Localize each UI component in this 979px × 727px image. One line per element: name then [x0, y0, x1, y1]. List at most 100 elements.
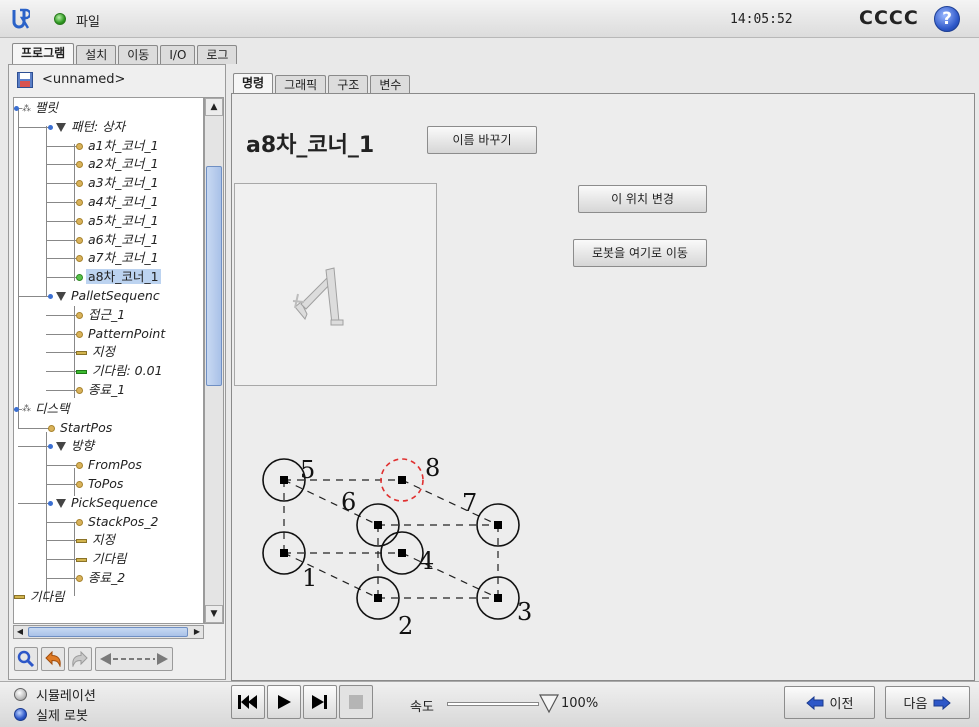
- waypoint-icon: [76, 518, 83, 526]
- expand-toggle-icon[interactable]: [14, 406, 19, 412]
- undo-icon: [45, 651, 61, 667]
- tree-horizontal-scrollbar[interactable]: ◀ ▶: [13, 625, 204, 639]
- tree-node[interactable]: 기다림: 0.01: [76, 362, 165, 380]
- tab-log[interactable]: 로그: [197, 45, 238, 64]
- tree-node[interactable]: PatternPoint: [76, 325, 167, 343]
- tree-node[interactable]: StartPos: [48, 419, 114, 437]
- tree-node[interactable]: a7차_코너_1: [76, 249, 161, 267]
- pattern-label-7: 7: [462, 489, 477, 517]
- tree-node[interactable]: a4차_코너_1: [76, 193, 161, 211]
- scroll-up-icon[interactable]: ▲: [205, 98, 223, 116]
- set-icon: [76, 557, 87, 562]
- tree-node[interactable]: a8차_코너_1: [76, 268, 161, 286]
- save-icon[interactable]: [17, 72, 33, 88]
- tree-node[interactable]: 방향: [48, 437, 96, 455]
- scroll-left-icon[interactable]: ◀: [14, 626, 26, 638]
- tree-node[interactable]: 지정: [76, 343, 117, 361]
- pattern-label-8: 8: [425, 454, 440, 482]
- tab-variables[interactable]: 변수: [370, 75, 411, 94]
- tree-connector: [46, 126, 47, 296]
- tab-structure[interactable]: 구조: [328, 75, 369, 94]
- tree-node[interactable]: PalletSequenc: [48, 287, 162, 305]
- tree-node[interactable]: ToPos: [76, 475, 125, 493]
- move-node-button[interactable]: [95, 647, 173, 671]
- file-menu[interactable]: 파일: [76, 11, 100, 30]
- scroll-thumb[interactable]: [206, 166, 222, 386]
- waypoint-icon: [76, 311, 83, 319]
- tree-connector: [46, 352, 80, 354]
- tree-node[interactable]: 접근_1: [76, 306, 127, 324]
- stop-button[interactable]: [339, 685, 373, 719]
- tree-node[interactable]: a3차_코너_1: [76, 174, 161, 192]
- tree-node[interactable]: 종료_2: [76, 569, 127, 587]
- tree-node[interactable]: a5차_코너_1: [76, 212, 161, 230]
- move-robot-here-button[interactable]: 로봇을 여기로 이동: [573, 239, 707, 267]
- step-button[interactable]: [303, 685, 337, 719]
- tree-node[interactable]: 기다림: [76, 550, 129, 568]
- scroll-down-icon[interactable]: ▼: [205, 605, 223, 623]
- tab-move[interactable]: 이동: [118, 45, 159, 64]
- help-button[interactable]: ?: [934, 6, 960, 32]
- wait-icon: [76, 369, 87, 374]
- waypoint-icon: [76, 575, 83, 582]
- tab-io[interactable]: I/O: [160, 45, 196, 64]
- tab-program[interactable]: 프로그램: [12, 43, 75, 64]
- expand-toggle-icon[interactable]: [14, 106, 19, 111]
- redo-icon: [72, 651, 88, 667]
- tree-node[interactable]: a6차_코너_1: [76, 231, 161, 249]
- triangle-icon: [56, 122, 66, 132]
- tree-connector: [46, 164, 80, 166]
- program-tree[interactable]: ⁂ 팰릿 패턴: 상자 a1차_코너_1 a2차_코너_1 a3차_코너_1 a4차_코너_…: [13, 97, 204, 624]
- tab-installation[interactable]: 설치: [76, 45, 117, 64]
- previous-button[interactable]: 이전: [784, 686, 875, 719]
- tree-node[interactable]: ⁂ 팰릿: [14, 99, 60, 117]
- speed-slider-track[interactable]: [447, 702, 539, 706]
- rewind-button[interactable]: [231, 685, 265, 719]
- waypoint-icon: [76, 142, 83, 150]
- tree-node[interactable]: 지정: [76, 531, 117, 549]
- expand-toggle-icon[interactable]: [48, 294, 53, 299]
- rename-button[interactable]: 이름 바꾸기: [427, 126, 537, 154]
- arrow-left-icon: [805, 695, 824, 710]
- playback-controls: [231, 685, 373, 719]
- tab-graphics[interactable]: 그래픽: [275, 75, 327, 94]
- expand-toggle-icon[interactable]: [48, 500, 53, 506]
- tree-vertical-scrollbar[interactable]: ▲ ▼: [204, 97, 224, 624]
- tree-connector: [46, 559, 80, 561]
- simulation-radio[interactable]: 시뮬레이션: [14, 685, 96, 704]
- play-button[interactable]: [267, 685, 301, 719]
- search-icon: [17, 650, 35, 668]
- tree-node[interactable]: 패턴: 상자: [48, 118, 127, 136]
- scroll-thumb[interactable]: [28, 627, 188, 637]
- tree-node[interactable]: a2차_코너_1: [76, 155, 161, 173]
- tree-connector: [18, 108, 19, 428]
- tree-connector: [18, 446, 52, 448]
- tree-node-label: a7차_코너_1: [88, 250, 159, 266]
- tree-node-label: 기다림: [92, 551, 127, 567]
- robot-3d-view[interactable]: [234, 183, 437, 386]
- expand-toggle-icon[interactable]: [48, 124, 53, 130]
- tree-node[interactable]: 기다림: [14, 588, 67, 606]
- waypoint-icon: [76, 255, 83, 263]
- tree-node[interactable]: StackPos_2: [76, 513, 161, 531]
- tree-node[interactable]: a1차_코너_1: [76, 137, 161, 155]
- expand-toggle-icon[interactable]: [48, 444, 53, 450]
- tree-node[interactable]: 종료_1: [76, 381, 127, 399]
- next-button[interactable]: 다음: [885, 686, 970, 719]
- tab-command[interactable]: 명령: [233, 73, 274, 94]
- tree-node[interactable]: ⁂ 디스택: [14, 400, 72, 418]
- scroll-right-icon[interactable]: ▶: [191, 626, 203, 638]
- tree-node[interactable]: PickSequence: [48, 494, 160, 512]
- radio-selected-icon: [14, 707, 27, 721]
- redo-button[interactable]: [68, 647, 92, 671]
- pattern-label-3: 3: [517, 598, 532, 626]
- search-button[interactable]: [14, 647, 38, 671]
- real-robot-radio[interactable]: 실제 로봇: [14, 705, 88, 724]
- waypoint-icon: [48, 424, 55, 432]
- undo-button[interactable]: [41, 647, 65, 671]
- tree-node[interactable]: FromPos: [76, 456, 144, 474]
- set-waypoint-button[interactable]: 이 위치 변경: [578, 185, 707, 213]
- tree-node-label: a4차_코너_1: [88, 194, 159, 209]
- speed-slider-thumb[interactable]: [538, 692, 560, 714]
- tree-node-label: StartPos: [60, 419, 113, 435]
